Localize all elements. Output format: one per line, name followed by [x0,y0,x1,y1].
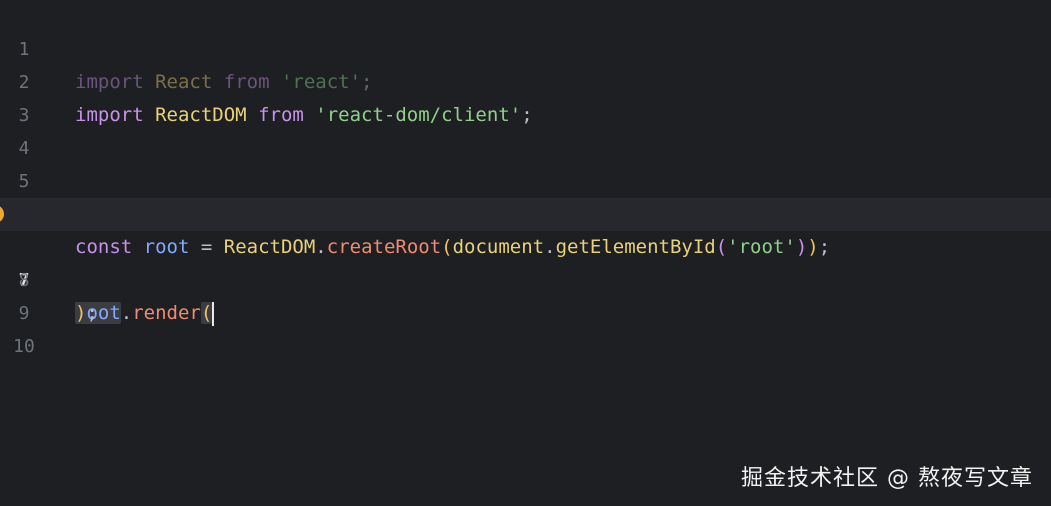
code-line-9[interactable]: 9 [0,264,1051,324]
code-line-5[interactable]: 5 [0,132,1051,192]
code-line-6[interactable]: 6 const root = ReactDOM.createRoot(docum… [0,165,1051,258]
code-line-1[interactable]: 1 import React from 'react'; [0,0,1051,93]
code-line-4[interactable]: 4 [0,99,1051,159]
code-line-7[interactable]: 7 root.render( [0,198,1051,326]
lightbulb-icon[interactable] [0,205,4,223]
code-line-3[interactable]: 3 [0,66,1051,126]
code-editor[interactable]: 1 import React from 'react'; 2 import Re… [0,0,1051,506]
code-line-2[interactable]: 2 import ReactDOM from 'react-dom/client… [0,33,1051,126]
code-line-10[interactable]: 10 [0,297,1051,357]
line-number-10: 10 [13,336,35,357]
watermark: 掘金技术社区 @ 熬夜写文章 [741,466,1033,491]
code-line-8[interactable]: 8 ); [0,231,1051,324]
